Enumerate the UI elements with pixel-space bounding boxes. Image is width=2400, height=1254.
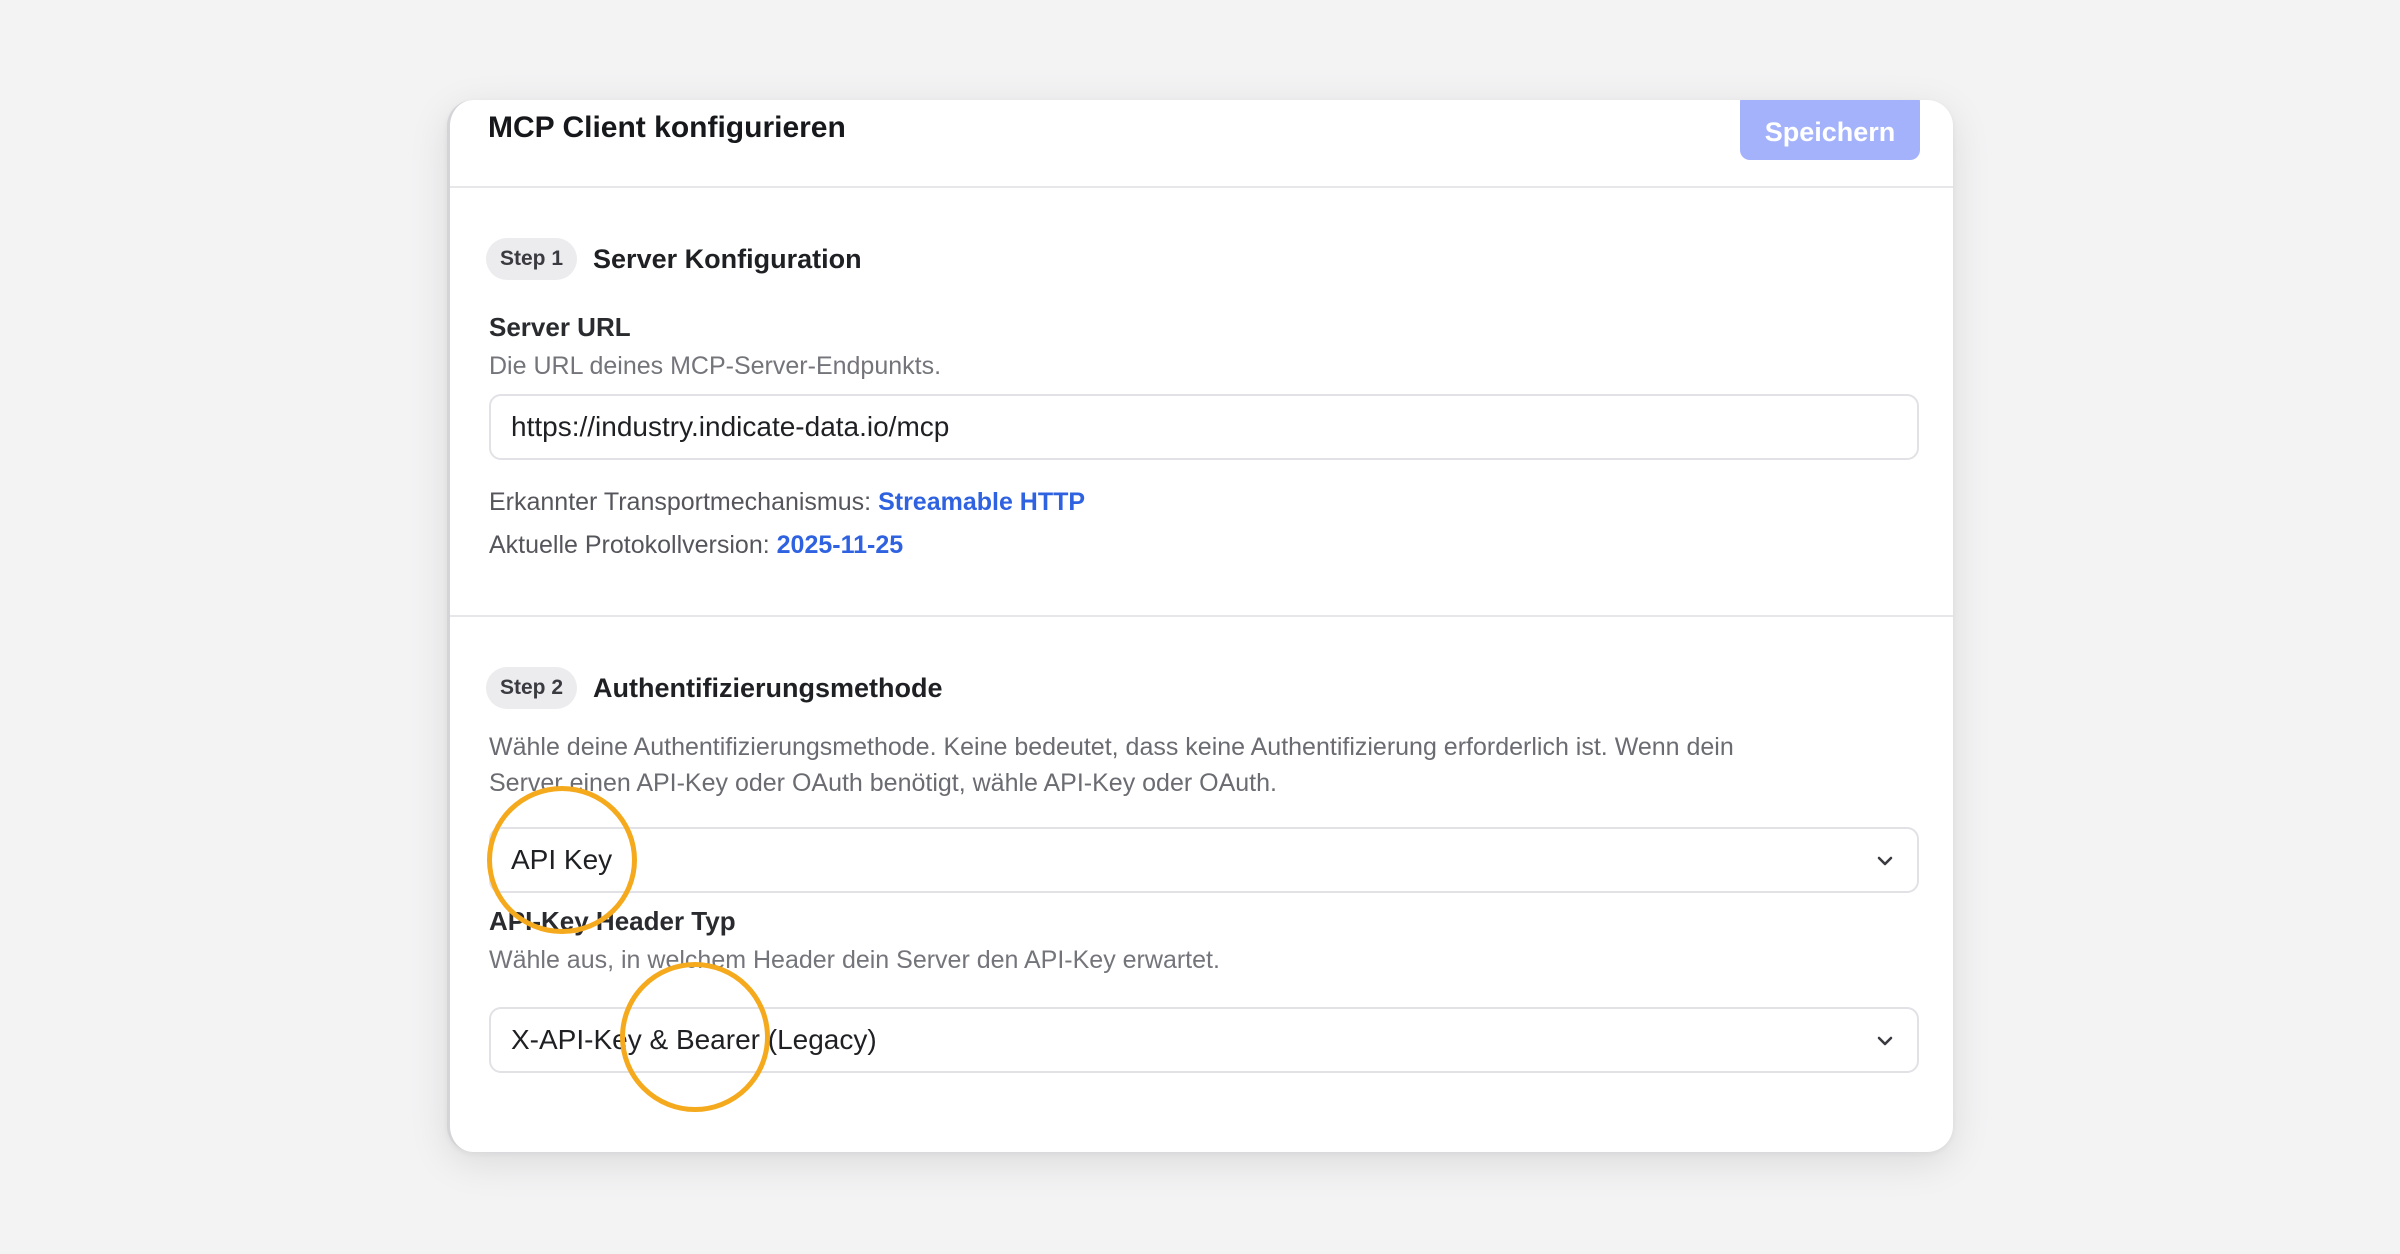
- header-type-help: Wähle aus, in welchem Header dein Server…: [489, 946, 1220, 974]
- server-url-help: Die URL deines MCP-Server-Endpunkts.: [489, 352, 942, 380]
- step1-badge: Step 1: [486, 238, 578, 280]
- save-button[interactable]: Speichern: [1740, 100, 1920, 160]
- protocol-info: Aktuelle Protokollversion: 2025-11-25: [489, 531, 903, 560]
- highlight-ring-auth-value: [487, 786, 637, 934]
- server-url-value: https://industry.indicate-data.io/mcp: [511, 411, 950, 442]
- step1-section: Step 1 Server Konfiguration Server URL D…: [450, 188, 1953, 617]
- chevron-down-icon: [1877, 1036, 1893, 1046]
- step2-title: Authentifizierungsmethode: [593, 672, 943, 703]
- protocol-label: Aktuelle Protokollversion:: [489, 531, 770, 559]
- auth-description-line2: Server einen API-Key oder OAuth benötigt…: [489, 769, 1277, 797]
- server-url-input[interactable]: https://industry.indicate-data.io/mcp: [489, 394, 1919, 460]
- step2-badge: Step 2: [486, 667, 578, 709]
- page-title: MCP Client konfigurieren: [488, 111, 846, 144]
- auth-description-line1: Wähle deine Authentifizierungsmethode. K…: [489, 733, 1734, 761]
- protocol-value: 2025-11-25: [776, 531, 904, 559]
- auth-description: Wähle deine Authentifizierungsmethode. K…: [489, 729, 1734, 801]
- auth-method-select[interactable]: API Key: [489, 827, 1919, 893]
- highlight-ring-header-type: [620, 962, 770, 1112]
- card-header: MCP Client konfigurieren Speichern: [450, 100, 1953, 188]
- chevron-down-icon: [1877, 856, 1893, 866]
- transport-label: Erkannter Transportmechanismus:: [489, 488, 872, 516]
- step2-heading: Step 2 Authentifizierungsmethode: [486, 667, 943, 709]
- step1-heading: Step 1 Server Konfiguration: [486, 238, 862, 280]
- transport-info: Erkannter Transportmechanismus: Streamab…: [489, 488, 1085, 517]
- step1-title: Server Konfiguration: [593, 243, 862, 274]
- server-url-label: Server URL: [489, 312, 631, 342]
- transport-value: Streamable HTTP: [878, 488, 1086, 516]
